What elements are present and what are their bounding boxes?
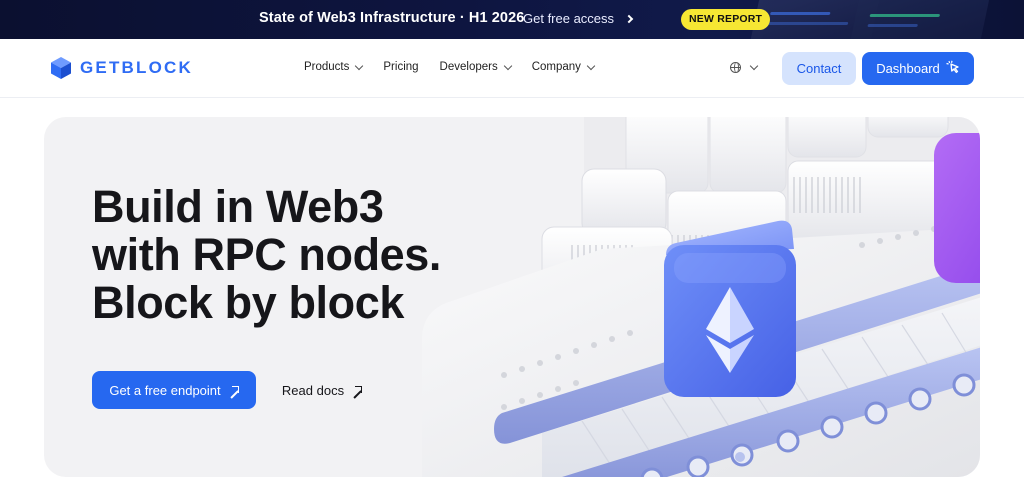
main-navigation: GETBLOCK Products Pricing Developers Com… — [0, 39, 1024, 98]
nav-item-label: Pricing — [383, 61, 419, 73]
chevron-right-icon — [624, 14, 634, 23]
globe-icon — [730, 62, 741, 73]
hero-title: Build in Web3 with RPC nodes. Block by b… — [92, 183, 441, 327]
nav-item-developers[interactable]: Developers — [439, 61, 512, 73]
nav-item-company[interactable]: Company — [531, 61, 596, 73]
promo-banner[interactable]: State of Web3 Infrastructure · H1 2026 G… — [0, 0, 1024, 39]
nav-item-products[interactable]: Products — [304, 61, 364, 73]
hero-title-line: Block by block — [92, 277, 404, 328]
arrow-up-right-icon — [353, 385, 363, 395]
nav-item-label: Company — [531, 61, 581, 73]
nav-item-label: Products — [304, 61, 350, 73]
chevron-down-icon — [586, 61, 596, 70]
cursor-click-icon — [946, 60, 960, 77]
new-report-badge: NEW REPORT — [681, 9, 771, 30]
purple-block — [934, 133, 980, 283]
hero-title-line: with RPC nodes. — [92, 229, 442, 280]
ethereum-cube — [664, 220, 796, 397]
language-selector[interactable] — [730, 61, 759, 73]
arrow-up-right-icon — [230, 385, 239, 395]
banner-title: State of Web3 Infrastructure · H1 2026 — [259, 10, 525, 26]
contact-button[interactable]: Contact — [782, 52, 856, 85]
hero-section: Build in Web3 with RPC nodes. Block by b… — [44, 117, 980, 477]
banner-link-label: Get free access — [523, 11, 615, 26]
chevron-down-icon — [355, 61, 364, 70]
getblock-logo[interactable]: GETBLOCK — [50, 56, 193, 80]
nav-item-pricing[interactable]: Pricing — [383, 61, 418, 73]
logo-wordmark: GETBLOCK — [80, 58, 193, 77]
dashboard-button-label: Dashboard — [876, 61, 940, 76]
chevron-down-icon — [749, 61, 759, 71]
report-preview-decoration — [847, 0, 991, 39]
cube-logo-icon — [50, 56, 72, 80]
dashboard-button[interactable]: Dashboard — [862, 52, 974, 85]
nav-menu: Products Pricing Developers Company — [304, 61, 615, 73]
banner-access-link[interactable]: Get free access — [523, 11, 634, 26]
endpoint-button-label: Get a free endpoint — [109, 382, 221, 398]
docs-button-label: Read docs — [281, 382, 345, 398]
nav-item-label: Developers — [439, 61, 498, 73]
hero-illustration — [422, 117, 980, 477]
chevron-down-icon — [503, 61, 512, 70]
read-docs-button[interactable]: Read docs — [266, 371, 378, 409]
hero-title-line: Build in Web3 — [92, 181, 384, 232]
get-free-endpoint-button[interactable]: Get a free endpoint — [92, 371, 256, 409]
